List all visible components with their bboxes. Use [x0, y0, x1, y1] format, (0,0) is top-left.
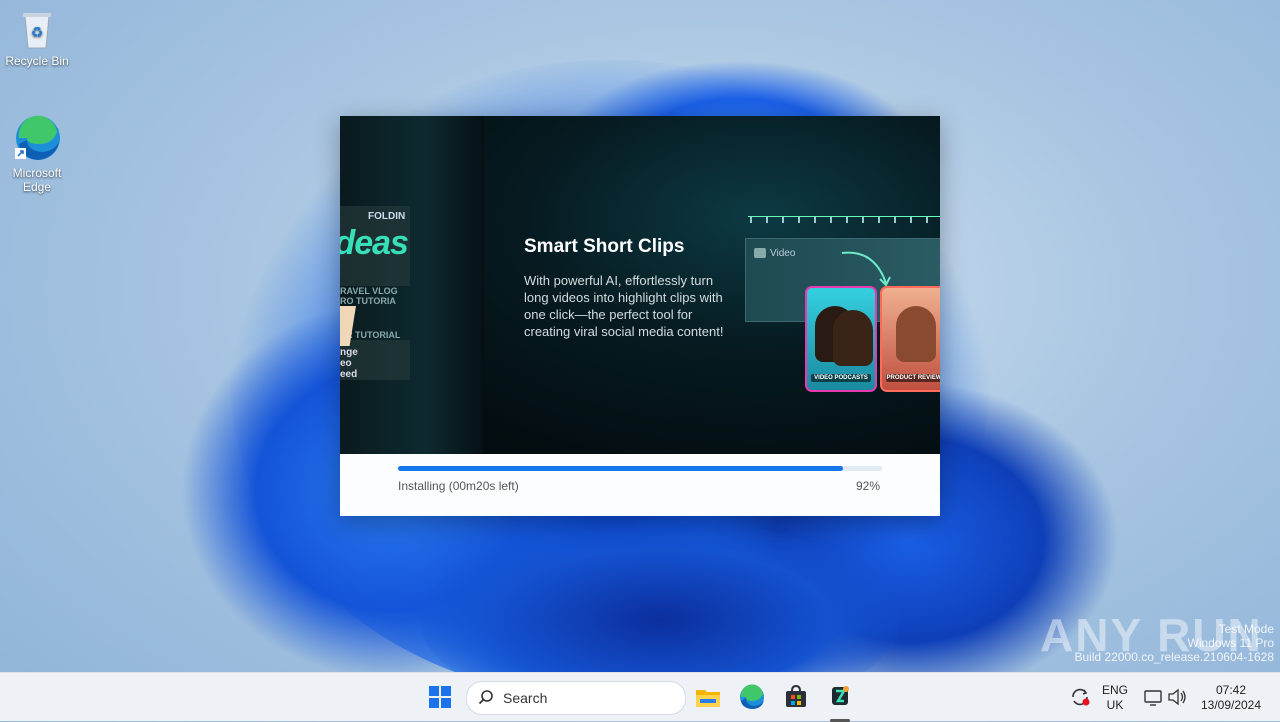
clip-label: Video	[754, 248, 795, 259]
card-caption: PRODUCT REVIEWS	[886, 374, 940, 382]
install-progress-panel: Installing (00m20s left) 92%	[340, 454, 940, 516]
desktop-icon-recycle-bin[interactable]: ♻ Recycle Bin	[1, 10, 73, 68]
keyboard-layout: UK	[1106, 698, 1124, 712]
language-code: ENG	[1101, 683, 1128, 697]
taskbar: Search ENG UK 07:42 13/09/2024	[0, 672, 1280, 722]
promo-banner: FOLDIN Ideas RAVEL VLOG RO TUTORIA ER TU…	[340, 116, 940, 454]
search-placeholder: Search	[503, 690, 548, 706]
svg-text:♻: ♻	[31, 25, 44, 41]
start-icon	[429, 686, 451, 708]
timeline-ruler	[748, 216, 940, 225]
banner-title: Smart Short Clips	[524, 236, 685, 257]
clip-card-video-podcasts: VIDEO PODCASTS	[805, 286, 877, 392]
volume-icon	[1168, 688, 1186, 706]
desktop-icon-label: Microsoft Edge	[12, 166, 62, 194]
edge-icon	[740, 684, 764, 709]
clock-time: 07:42	[1215, 683, 1247, 697]
play-icon	[754, 248, 766, 258]
test-mode-watermark: Test Mode Windows 11 Pro Build 22000.co_…	[1075, 622, 1275, 664]
language-indicator[interactable]: ENG UK	[1098, 683, 1132, 713]
strip-line: nge	[340, 347, 358, 358]
recycle-bin-icon: ♻	[17, 10, 57, 50]
strip-line: RAVEL VLOG	[340, 286, 398, 296]
watermark-line: Windows 11 Pro	[1187, 636, 1274, 650]
clip-card-product-reviews: PRODUCT REVIEWS	[880, 286, 940, 392]
file-explorer-icon	[696, 690, 720, 707]
progress-fill	[398, 466, 844, 471]
start-button[interactable]	[424, 681, 456, 713]
ideas-text: Ideas	[340, 224, 409, 262]
progress-percent: 92%	[855, 479, 880, 493]
card-caption: VIDEO PODCASTS	[811, 374, 871, 382]
clock-date: 13/09/2024	[1200, 698, 1262, 712]
taskbar-edge[interactable]	[736, 681, 768, 713]
progress-bar	[398, 466, 882, 471]
network-tray-button[interactable]	[1142, 683, 1166, 711]
update-tray-button[interactable]	[1066, 683, 1094, 711]
search-icon	[478, 690, 493, 705]
edge-icon	[13, 114, 61, 162]
strip-heading: FOLDIN	[368, 211, 406, 222]
strip-line: RO TUTORIA	[340, 296, 396, 306]
volume-tray-button[interactable]	[1166, 683, 1190, 711]
clock[interactable]: 07:42 13/09/2024	[1196, 683, 1266, 713]
watermark-line: Test Mode	[1218, 622, 1274, 636]
strip-line: eo	[340, 358, 352, 369]
template-preview-strip: FOLDIN Ideas RAVEL VLOG RO TUTORIA ER TU…	[340, 116, 484, 454]
installer-app-icon	[832, 686, 849, 705]
banner-description: With powerful AI, effortlessly turn long…	[524, 273, 724, 339]
watermark-line: Build 22000.co_release.210604-1628	[1074, 650, 1275, 664]
store-icon	[786, 684, 806, 707]
progress-status: Installing (00m20s left)	[398, 479, 519, 493]
desktop-icon-label: Recycle Bin	[5, 54, 69, 68]
taskbar-search[interactable]: Search	[466, 681, 686, 715]
taskbar-file-explorer[interactable]	[692, 681, 724, 713]
taskbar-installer-app[interactable]	[824, 681, 856, 722]
desktop-icon-edge[interactable]: Microsoft Edge	[1, 114, 73, 194]
sync-icon	[1072, 688, 1090, 706]
strip-line: eed	[340, 369, 358, 380]
network-icon	[1144, 690, 1162, 706]
arrow-icon	[841, 251, 891, 287]
installer-window: FOLDIN Ideas RAVEL VLOG RO TUTORIA ER TU…	[340, 116, 940, 516]
taskbar-store[interactable]	[780, 681, 812, 713]
